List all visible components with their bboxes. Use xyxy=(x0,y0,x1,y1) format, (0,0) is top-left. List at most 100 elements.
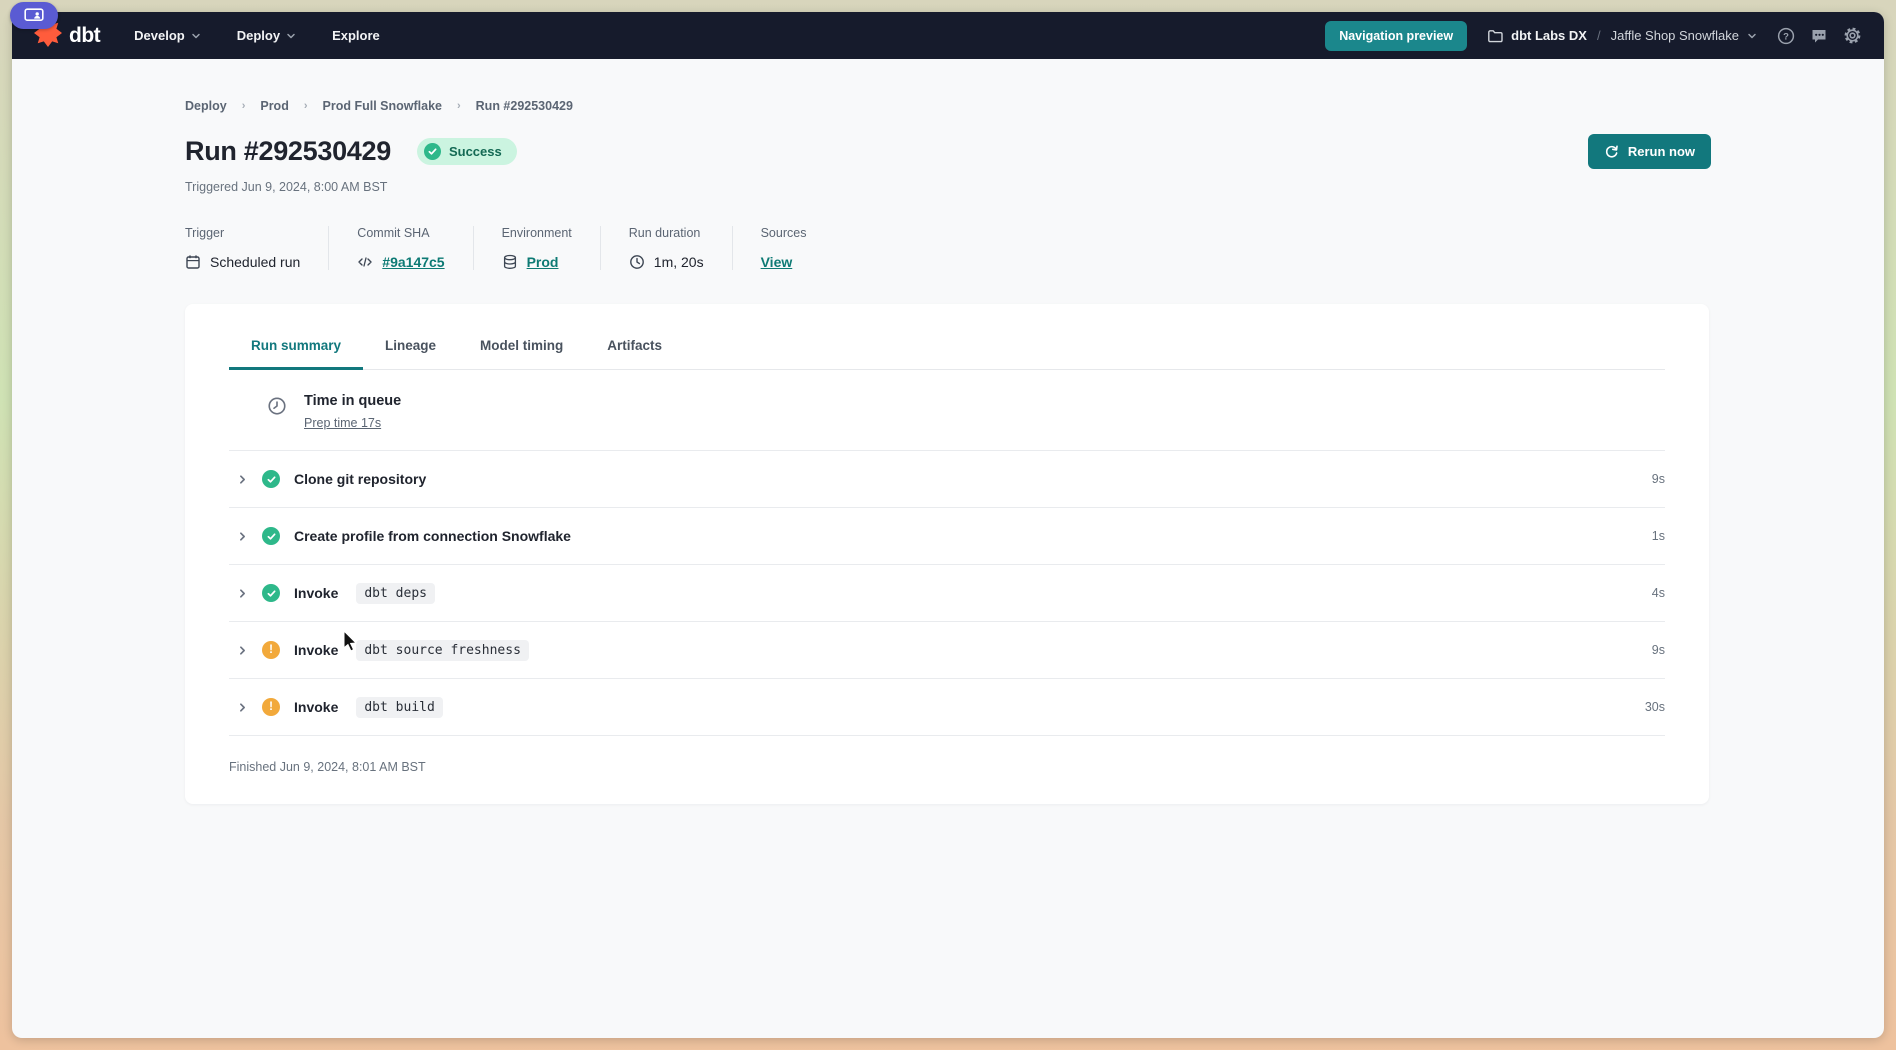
triggered-timestamp: Triggered Jun 9, 2024, 8:00 AM BST xyxy=(185,180,1711,194)
app-window: dbt Develop Deploy Explore Navigation prev… xyxy=(12,12,1884,1038)
folder-icon xyxy=(1487,28,1503,44)
rerun-now-label: Rerun now xyxy=(1628,144,1695,159)
tab-model-timing[interactable]: Model timing xyxy=(458,328,585,370)
chevron-right-icon[interactable] xyxy=(237,702,248,713)
breadcrumb-item: Run #292530429 xyxy=(476,99,573,113)
code-icon xyxy=(357,254,373,270)
database-icon xyxy=(502,254,518,270)
time-in-queue-row: Time in queue Prep time 17s xyxy=(229,370,1665,451)
meta-value-text: 1m, 20s xyxy=(654,254,704,270)
step-command-code: dbt build xyxy=(356,697,442,718)
chevron-right-icon[interactable] xyxy=(237,531,248,542)
meta-col-environment: Environment Prod xyxy=(502,226,601,270)
breadcrumb-item[interactable]: Deploy xyxy=(185,99,227,113)
breadcrumb-item[interactable]: Prod xyxy=(260,99,288,113)
meta-value-text: Scheduled run xyxy=(210,254,300,270)
step-command-code: dbt source freshness xyxy=(356,640,529,661)
meta-label: Sources xyxy=(761,226,807,240)
chevron-right-icon[interactable] xyxy=(237,588,248,599)
navbar-right: Navigation preview dbt Labs DX / Jaffle … xyxy=(1325,21,1862,51)
account-project-switcher[interactable]: dbt Labs DX / Jaffle Shop Snowflake xyxy=(1487,28,1757,44)
breadcrumb: Deploy › Prod › Prod Full Snowflake › Run #292… xyxy=(185,99,1711,113)
step-row[interactable]: Create profile from connection Snowflake… xyxy=(229,508,1665,565)
screen-share-badge[interactable] xyxy=(10,2,58,29)
step-label: Invoke xyxy=(294,585,338,601)
nav-icon-group: ? xyxy=(1777,26,1862,45)
finished-timestamp: Finished Jun 9, 2024, 8:01 AM BST xyxy=(229,736,1665,804)
meta-value: #9a147c5 xyxy=(357,254,444,270)
step-label: Invoke xyxy=(294,699,338,715)
meta-col-commit-sha: Commit SHA#9a147c5 xyxy=(357,226,473,270)
step-row[interactable]: Clone git repository 9s xyxy=(229,451,1665,508)
meta-value: View xyxy=(761,254,807,270)
step-duration: 9s xyxy=(1652,643,1665,657)
calendar-icon xyxy=(185,254,201,270)
breadcrumb-separator: › xyxy=(304,100,308,112)
meta-value: 1m, 20s xyxy=(629,254,704,270)
account-name: dbt Labs DX xyxy=(1511,28,1587,43)
dbt-logo-text: dbt xyxy=(69,24,100,48)
nav-item-label: Explore xyxy=(332,28,380,43)
feedback-icon[interactable] xyxy=(1810,27,1828,45)
nav-item-deploy[interactable]: Deploy xyxy=(237,28,296,43)
help-icon[interactable]: ? xyxy=(1777,27,1795,45)
run-metadata-row: TriggerScheduled run Commit SHA#9a147c5 En… xyxy=(185,226,1711,270)
tab-run-summary[interactable]: Run summary xyxy=(229,328,363,370)
step-duration: 9s xyxy=(1652,472,1665,486)
step-label: Create profile from connection Snowflake xyxy=(294,528,571,544)
nav-item-label: Develop xyxy=(134,28,185,43)
step-duration: 30s xyxy=(1645,700,1665,714)
status-badge-label: Success xyxy=(449,144,502,159)
prep-time-link[interactable]: Prep time 17s xyxy=(304,416,381,430)
nav-item-develop[interactable]: Develop xyxy=(134,28,201,43)
breadcrumb-item[interactable]: Prod Full Snowflake xyxy=(323,99,442,113)
chevron-right-icon[interactable] xyxy=(237,474,248,485)
meta-value: Scheduled run xyxy=(185,254,300,270)
nav-menus: Develop Deploy Explore xyxy=(134,28,380,43)
step-row[interactable]: Invoke dbt deps 4s xyxy=(229,565,1665,622)
meta-col-trigger: TriggerScheduled run xyxy=(185,226,329,270)
warning-icon: ! xyxy=(262,641,280,659)
meta-label: Environment xyxy=(502,226,572,240)
meta-col-run-duration: Run duration 1m, 20s xyxy=(629,226,733,270)
tab-lineage[interactable]: Lineage xyxy=(363,328,458,370)
screen-share-icon xyxy=(24,8,44,24)
navigation-preview-button[interactable]: Navigation preview xyxy=(1325,21,1467,51)
page-title: Run #292530429 xyxy=(185,136,391,167)
chevron-down-icon xyxy=(1747,31,1757,41)
step-row[interactable]: ! Invoke dbt build 30s xyxy=(229,679,1665,736)
queue-clock-icon xyxy=(267,393,287,416)
tab-bar: Run summaryLineageModel timingArtifacts xyxy=(229,304,1665,370)
chevron-down-icon xyxy=(191,31,201,41)
nav-item-explore[interactable]: Explore xyxy=(332,28,380,43)
step-label: Invoke xyxy=(294,642,338,658)
breadcrumb-separator: › xyxy=(457,100,461,112)
warning-icon: ! xyxy=(262,698,280,716)
step-duration: 4s xyxy=(1652,586,1665,600)
chevron-down-icon xyxy=(286,31,296,41)
meta-value-text[interactable]: Prod xyxy=(527,254,559,270)
chevron-right-icon[interactable] xyxy=(237,645,248,656)
breadcrumb-separator: › xyxy=(242,100,246,112)
meta-value: Prod xyxy=(502,254,572,270)
meta-col-sources: Sources View xyxy=(761,226,835,270)
step-label: Clone git repository xyxy=(294,471,426,487)
step-command-code: dbt deps xyxy=(356,583,435,604)
rerun-now-button[interactable]: Rerun now xyxy=(1588,134,1711,169)
success-check-icon xyxy=(262,470,280,488)
status-badge: Success xyxy=(417,138,517,165)
meta-value-text[interactable]: #9a147c5 xyxy=(382,254,444,270)
project-name: Jaffle Shop Snowflake xyxy=(1611,28,1739,43)
nav-item-label: Deploy xyxy=(237,28,280,43)
step-row[interactable]: ! Invoke dbt source freshness 9s xyxy=(229,622,1665,679)
gear-icon[interactable] xyxy=(1843,26,1862,45)
page-header: Run #292530429 Success Rerun now xyxy=(185,136,1711,167)
run-summary-card: Run summaryLineageModel timingArtifacts … xyxy=(185,304,1709,804)
top-navbar: dbt Develop Deploy Explore Navigation prev… xyxy=(12,12,1884,59)
step-duration: 1s xyxy=(1652,529,1665,543)
main-content: Deploy › Prod › Prod Full Snowflake › Run #292… xyxy=(12,59,1884,804)
meta-label: Run duration xyxy=(629,226,704,240)
meta-value-text[interactable]: View xyxy=(761,254,793,270)
step-list: Clone git repository 9s Create profile fro… xyxy=(229,451,1665,736)
tab-artifacts[interactable]: Artifacts xyxy=(585,328,684,370)
